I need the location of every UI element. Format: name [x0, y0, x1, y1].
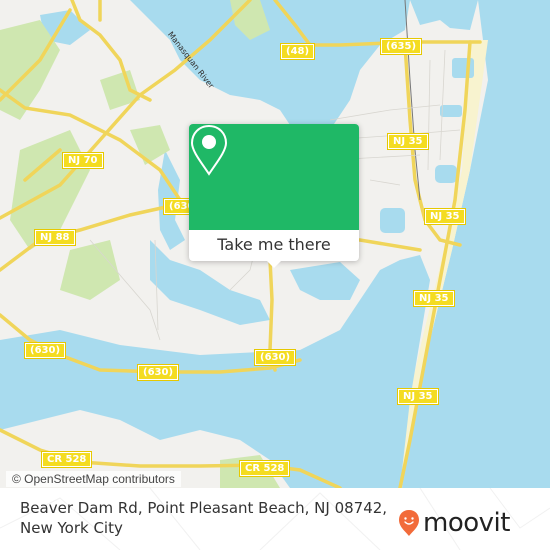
route-shield-nj35: NJ 35	[397, 388, 439, 405]
inlet	[410, 0, 478, 30]
route-shield-nj35: NJ 35	[413, 290, 455, 307]
moovit-pin-icon	[399, 510, 419, 536]
route-shield-630: (630)	[136, 364, 180, 381]
route-shield-cr528: CR 528	[40, 451, 93, 468]
map-attribution[interactable]: © OpenStreetMap contributors	[6, 471, 181, 487]
popup-header	[189, 124, 359, 230]
address-text: Beaver Dam Rd, Point Pleasant Beach, NJ …	[20, 499, 388, 537]
route-shield-630: (630)	[23, 342, 67, 359]
pond	[380, 208, 405, 233]
pond	[440, 105, 462, 117]
pond	[452, 58, 474, 78]
route-shield-nj35: NJ 35	[387, 133, 429, 150]
route-shield-nj88: NJ 88	[34, 229, 76, 246]
map-pin-icon	[190, 124, 228, 176]
route-shield-630: (630)	[253, 349, 297, 366]
park	[60, 240, 120, 300]
map[interactable]: Manasquan River (48) (635) NJ 70 NJ 35 (…	[0, 0, 550, 488]
brand-name: moovit	[423, 508, 510, 538]
moovit-logo[interactable]: moovit	[398, 508, 510, 538]
take-me-there-button[interactable]: Take me there	[189, 230, 359, 261]
lagoon	[290, 262, 360, 300]
route-shield-48: (48)	[279, 43, 316, 60]
popup-pointer	[267, 261, 281, 268]
location-popup: Take me there	[189, 124, 359, 268]
pond	[435, 165, 457, 183]
route-shield-cr528: CR 528	[238, 460, 291, 477]
route-shield-nj35: NJ 35	[424, 208, 466, 225]
footer: Beaver Dam Rd, Point Pleasant Beach, NJ …	[0, 488, 550, 550]
route-shield-nj70: NJ 70	[62, 152, 104, 169]
route-shield-635: (635)	[379, 38, 423, 55]
